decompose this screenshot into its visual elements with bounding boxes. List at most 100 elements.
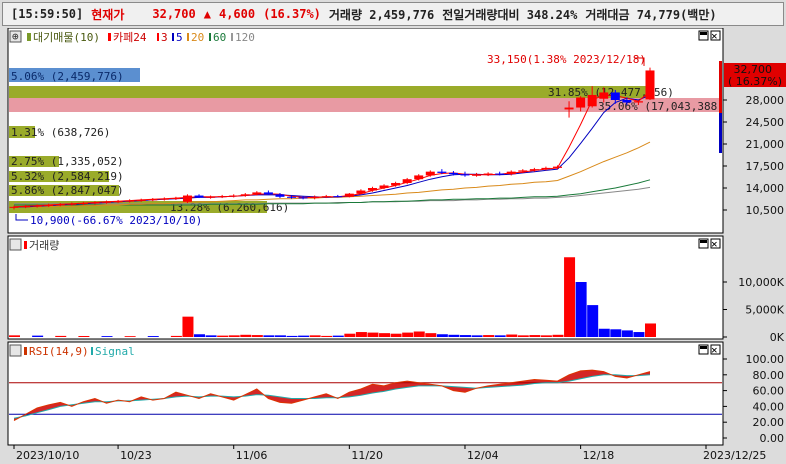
volume-bar [367, 332, 379, 337]
candle-body [367, 188, 377, 191]
candle-body [67, 203, 77, 205]
candle-body [275, 194, 285, 197]
legend-ma3-swatch [157, 33, 159, 41]
candle-body [425, 171, 435, 176]
candle-body [321, 196, 331, 198]
volume-bar [321, 335, 333, 337]
candle-body [78, 203, 88, 205]
x-axis-label: 2023/10/10 [16, 449, 79, 462]
x-axis-label: 2023/12/25 [703, 449, 766, 462]
candle-body [576, 97, 586, 108]
volume-bar [32, 335, 44, 337]
rsi-axis-label: 100.00 [746, 353, 785, 366]
legend-ma20: 20 [191, 31, 204, 44]
volume-bar [402, 332, 414, 337]
price-axis-label: 14,000 [746, 182, 785, 195]
volume-bar [529, 335, 541, 337]
volume-bar [240, 334, 252, 337]
volume-bar [124, 336, 136, 337]
time-label: [15:59:50] [11, 7, 84, 21]
volume-bar [598, 328, 610, 337]
volume-bar [298, 335, 310, 337]
quote-header: [15:59:50] 현재가 32,700 ▲ 4,600 (16.37%) 거… [2, 2, 784, 26]
rsi-signal-title: Signal [95, 345, 135, 358]
legend-ma60: 60 [213, 31, 226, 44]
candle-body [529, 169, 539, 171]
supply-bar-label: 5.06% (2,459,776) [11, 70, 124, 83]
candle-body [125, 200, 135, 202]
price-range-down-marker [719, 113, 722, 153]
volume-bar [332, 335, 344, 337]
candle-body [402, 179, 412, 183]
volume-close-icon: × [711, 238, 718, 251]
legend-ma120-swatch [231, 33, 233, 41]
price-legend: ⊕ 대기매물(10) 카페24 3 5 20 60 120 [9, 30, 255, 44]
price-axis-label: 10,500 [746, 204, 785, 217]
volume-bar [205, 335, 217, 337]
volume-bar [413, 331, 425, 337]
candle-body [379, 185, 389, 188]
candle-body [645, 70, 655, 100]
price-label: 현재가 [91, 7, 125, 22]
stock-chart: 5.06% (2,459,776)31.85% (12,477,056)35.0… [0, 28, 786, 464]
candle-body [414, 175, 424, 180]
volume-pane [7, 235, 724, 340]
rsi-legend-swatch [24, 347, 27, 355]
candle-body [495, 173, 505, 175]
volume-bar [587, 305, 599, 337]
candle-body [194, 195, 204, 198]
maximize-icon [700, 32, 707, 35]
candle-body [32, 205, 42, 207]
volume-bar [78, 336, 90, 337]
price-axis-label: 17,500 [746, 160, 785, 173]
rsi-zoom-icon[interactable] [9, 344, 22, 357]
volume-bar [610, 329, 622, 337]
volume-bar [506, 334, 518, 337]
legend-ma3: 3 [161, 31, 168, 44]
volume-label: 거래량 2,459,776 [328, 7, 435, 22]
candle-body [448, 172, 458, 175]
signal-legend-swatch [91, 347, 93, 355]
volume-bar [564, 257, 576, 337]
volume-bar [170, 335, 182, 337]
zoom-icon-glyph: ⊕ [12, 30, 19, 43]
volume-bar [621, 330, 633, 337]
volume-bar [228, 335, 240, 337]
candle-body [622, 100, 632, 103]
rsi-title: RSI(14,9) [29, 345, 89, 358]
volume-bar [194, 334, 206, 337]
candle-body [44, 204, 54, 206]
rsi-maximize-icon [700, 346, 707, 349]
trade-amount: 거래대금 74,779(백만) [585, 7, 717, 22]
candle-body [136, 199, 146, 201]
candle-body [506, 171, 516, 175]
volume-bar [436, 334, 448, 337]
volume-bar [147, 336, 159, 337]
candle-body [460, 174, 470, 176]
candle-body [171, 198, 181, 200]
legend-supply: 대기매물(10) [33, 31, 100, 44]
volume-zoom-icon[interactable] [9, 238, 22, 251]
volume-bar [552, 334, 564, 337]
supply-bar-label: 5.86% (2,847,047) [11, 184, 124, 197]
volume-bar [344, 333, 356, 337]
volume-bar [263, 335, 275, 337]
volume-bar [448, 334, 460, 337]
price-change: 4,600 [218, 7, 256, 21]
legend-ma60-swatch [209, 33, 211, 41]
volume-bar [286, 335, 298, 337]
candle-body [159, 198, 169, 200]
supply-bar-label: 1.31% (638,726) [11, 126, 110, 139]
legend-supply-swatch [27, 33, 31, 41]
volume-bar [251, 335, 263, 337]
candle-body [298, 197, 308, 199]
volume-bar [575, 282, 587, 337]
price-axis-label: 21,000 [746, 138, 785, 151]
x-axis-label: 12/18 [583, 449, 615, 462]
candle-body [113, 201, 123, 203]
candle-body [287, 196, 297, 198]
volume-bar [309, 335, 321, 337]
x-axis-strip [0, 447, 786, 464]
volume-bar [494, 335, 506, 337]
candle-body [333, 196, 343, 198]
